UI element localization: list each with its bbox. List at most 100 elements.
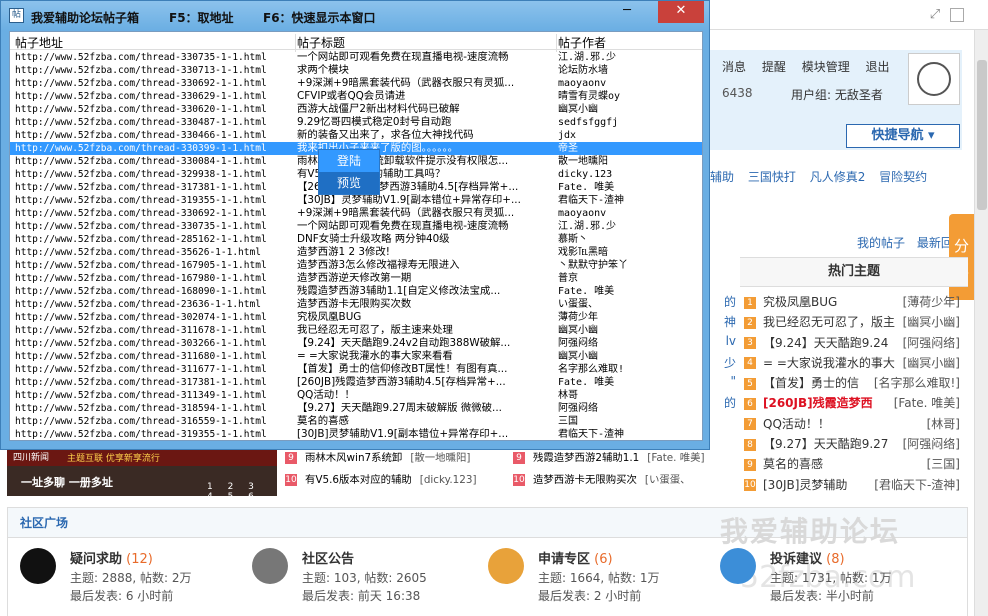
table-row[interactable]: http://www.52fzba.com/thread-330487-1-1.… <box>10 116 702 129</box>
latest-reply-link[interactable]: 最新回 <box>917 236 953 250</box>
forum-name-text[interactable]: 投诉建议 <box>770 552 822 567</box>
list-item[interactable]: 8 【9.27】天天酷跑9.27 [阿强闷络] <box>744 435 964 455</box>
list-item[interactable]: 2 我已经忍无可忍了，版主 [幽冥小幽] <box>744 313 964 333</box>
table-row[interactable]: http://www.52fzba.com/thread-311680-1-1.… <box>10 350 702 363</box>
hot-title[interactable]: QQ活动！！ <box>763 417 830 431</box>
item-author[interactable]: [散一地曛阳] <box>410 452 470 464</box>
list-item[interactable]: 6 [260JB]残霞造梦西 [Fate. 唯美] <box>744 394 964 414</box>
forum-name[interactable]: 申请专区 (6) <box>538 548 613 567</box>
item-title[interactable]: 造梦西游卡无限购买次 <box>533 474 637 486</box>
banner-image[interactable]: 四川新闻 主题互联 优享新享流行 一址多聊 一册多址 1 2 3 4 5 6 <box>7 446 277 496</box>
table-row[interactable]: http://www.52fzba.com/thread-330692-1-1.… <box>10 77 702 90</box>
game-link-2[interactable]: 三国快打 <box>748 170 796 184</box>
table-row[interactable]: http://www.52fzba.com/thread-311349-1-1.… <box>10 389 702 402</box>
forum-name[interactable]: 社区公告 <box>302 548 354 567</box>
table-row[interactable]: http://www.52fzba.com/thread-319355-1-1.… <box>10 194 702 207</box>
game-link-3[interactable]: 凡人修真2 <box>810 170 866 184</box>
item-author[interactable]: [dicky.123] <box>420 474 477 486</box>
table-row[interactable]: http://www.52fzba.com/thread-317381-1-1.… <box>10 376 702 389</box>
hot-author[interactable]: [名字那么难取!] <box>874 374 960 391</box>
forum-icon[interactable] <box>252 548 288 584</box>
hot-author[interactable]: [林哥] <box>927 415 960 432</box>
page-scrollbar[interactable] <box>974 30 988 616</box>
table-row[interactable]: http://www.52fzba.com/thread-167980-1-1.… <box>10 272 702 285</box>
close-button[interactable]: ✕ <box>658 1 704 23</box>
my-posts-link[interactable]: 我的帖子 <box>857 236 905 250</box>
hot-title[interactable]: 我已经忍无可忍了，版主 <box>763 315 895 329</box>
nav-alerts[interactable]: 提醒 <box>762 60 786 74</box>
hot-author[interactable]: [幽冥小幽] <box>903 313 960 330</box>
table-row[interactable]: http://www.52fzba.com/thread-23636-1-1.h… <box>10 298 702 311</box>
game-link-4[interactable]: 冒险契约 <box>879 170 927 184</box>
table-row[interactable]: http://www.52fzba.com/thread-303266-1-1.… <box>10 337 702 350</box>
list-item[interactable]: 7 QQ活动！！ [林哥] <box>744 415 964 435</box>
col-url[interactable]: 帖子地址 <box>15 34 63 51</box>
item-author[interactable]: [い蛋蛋、 <box>645 474 691 486</box>
col-title[interactable]: 帖子标题 <box>297 34 345 51</box>
forum-icon[interactable] <box>720 548 756 584</box>
nav-modules[interactable]: 模块管理 <box>802 60 850 74</box>
col-author[interactable]: 帖子作者 <box>558 34 606 51</box>
list-item[interactable]: 4 = =大家说我灌水的事大 [幽冥小幽] <box>744 354 964 374</box>
table-row[interactable]: http://www.52fzba.com/thread-168090-1-1.… <box>10 285 702 298</box>
minimize-button[interactable]: ─ <box>613 1 641 23</box>
table-row[interactable]: http://www.52fzba.com/thread-35626-1-1.h… <box>10 246 702 259</box>
table-row[interactable]: http://www.52fzba.com/thread-318594-1-1.… <box>10 402 702 415</box>
hot-author[interactable]: [薄荷少年] <box>903 293 960 310</box>
context-menu-item[interactable]: 预览 <box>319 172 379 194</box>
list-item[interactable]: 10 [30JB]灵梦辅助 [君临天下-渣神] <box>744 476 964 496</box>
hot-author[interactable]: [阿强闷络] <box>903 435 960 452</box>
table-row[interactable]: http://www.52fzba.com/thread-316559-1-1.… <box>10 415 702 428</box>
hot-author[interactable]: [三国] <box>927 455 960 472</box>
list-item[interactable]: 5 【首发】勇士的信 [名字那么难取!] <box>744 374 964 394</box>
scroll-thumb[interactable] <box>977 60 987 210</box>
hot-title[interactable]: 莫名的喜感 <box>763 457 823 471</box>
banner-pager[interactable]: 1 2 3 4 5 6 <box>207 482 277 496</box>
forum-name[interactable]: 疑问求助 (12) <box>70 548 153 567</box>
hot-author[interactable]: [幽冥小幽] <box>903 354 960 371</box>
table-row[interactable]: http://www.52fzba.com/thread-330735-1-1.… <box>10 51 702 64</box>
table-row[interactable]: http://www.52fzba.com/thread-330735-1-1.… <box>10 220 702 233</box>
hot-author[interactable]: [阿强闷络] <box>903 334 960 351</box>
table-row[interactable]: http://www.52fzba.com/thread-330620-1-1.… <box>10 103 702 116</box>
hot-title[interactable]: [30JB]灵梦辅助 <box>763 478 847 492</box>
forum-name-text[interactable]: 疑问求助 <box>70 552 122 567</box>
list-item[interactable]: 3 【9.24】天天酷跑9.24 [阿强闷络] <box>744 334 964 354</box>
item-author[interactable]: [Fate. 唯美] <box>647 452 704 464</box>
list-item[interactable]: 1 究极凤凰BUG [薄荷少年] <box>744 293 964 313</box>
table-row[interactable]: http://www.52fzba.com/thread-285162-1-1.… <box>10 233 702 246</box>
title-bar[interactable]: 帖 我爱辅助论坛帖子箱 F5：取地址 F6：快速显示本窗口 ─ ✕ <box>1 1 709 31</box>
table-row[interactable]: http://www.52fzba.com/thread-319355-1-1.… <box>10 428 702 440</box>
table-row[interactable]: http://www.52fzba.com/thread-330692-1-1.… <box>10 207 702 220</box>
nav-messages[interactable]: 消息 <box>722 60 746 74</box>
list-item[interactable]: 10 有V5.6版本对应的辅助 [dicky.123] <box>285 474 477 496</box>
forum-icon[interactable] <box>20 548 56 584</box>
col-separator[interactable] <box>295 34 296 52</box>
table-row[interactable]: http://www.52fzba.com/thread-167905-1-1.… <box>10 259 702 272</box>
hot-title[interactable]: 【9.27】天天酷跑9.27 <box>763 437 888 451</box>
list-item[interactable]: 9 残霞造梦西游2辅助1.1 [Fate. 唯美] <box>513 452 705 474</box>
forum-icon[interactable] <box>488 548 524 584</box>
table-row[interactable]: http://www.52fzba.com/thread-330466-1-1.… <box>10 129 702 142</box>
post-list[interactable]: 帖子地址 帖子标题 帖子作者 http://www.52fzba.com/thr… <box>9 31 703 441</box>
hot-title[interactable]: = =大家说我灌水的事大 <box>763 356 895 370</box>
table-row[interactable]: http://www.52fzba.com/thread-330713-1-1.… <box>10 64 702 77</box>
fullscreen-icon[interactable]: ⤢ <box>928 8 942 22</box>
table-row[interactable]: http://www.52fzba.com/thread-302074-1-1.… <box>10 311 702 324</box>
hot-title[interactable]: 【首发】勇士的信 <box>763 376 859 390</box>
list-item[interactable]: 9 莫名的喜感 [三国] <box>744 455 964 475</box>
item-title[interactable]: 雨林木风win7系统卸 <box>305 452 402 464</box>
table-row[interactable]: http://www.52fzba.com/thread-311677-1-1.… <box>10 363 702 376</box>
user-group[interactable]: 用户组: 无敌圣者 <box>791 86 883 103</box>
avatar[interactable] <box>908 53 960 105</box>
list-item[interactable]: 9 雨林木风win7系统卸 [散一地曛阳] <box>285 452 477 474</box>
color-icon[interactable] <box>950 8 964 22</box>
item-title[interactable]: 有V5.6版本对应的辅助 <box>305 474 412 486</box>
forum-name-text[interactable]: 社区公告 <box>302 552 354 567</box>
col-separator[interactable] <box>556 34 557 52</box>
table-row[interactable]: http://www.52fzba.com/thread-311678-1-1.… <box>10 324 702 337</box>
hot-title[interactable]: [260JB]残霞造梦西 <box>763 396 873 410</box>
hot-author[interactable]: [君临天下-渣神] <box>874 476 960 493</box>
quick-nav-button[interactable]: 快捷导航 ▾ <box>846 124 960 148</box>
nav-logout[interactable]: 退出 <box>866 60 890 74</box>
